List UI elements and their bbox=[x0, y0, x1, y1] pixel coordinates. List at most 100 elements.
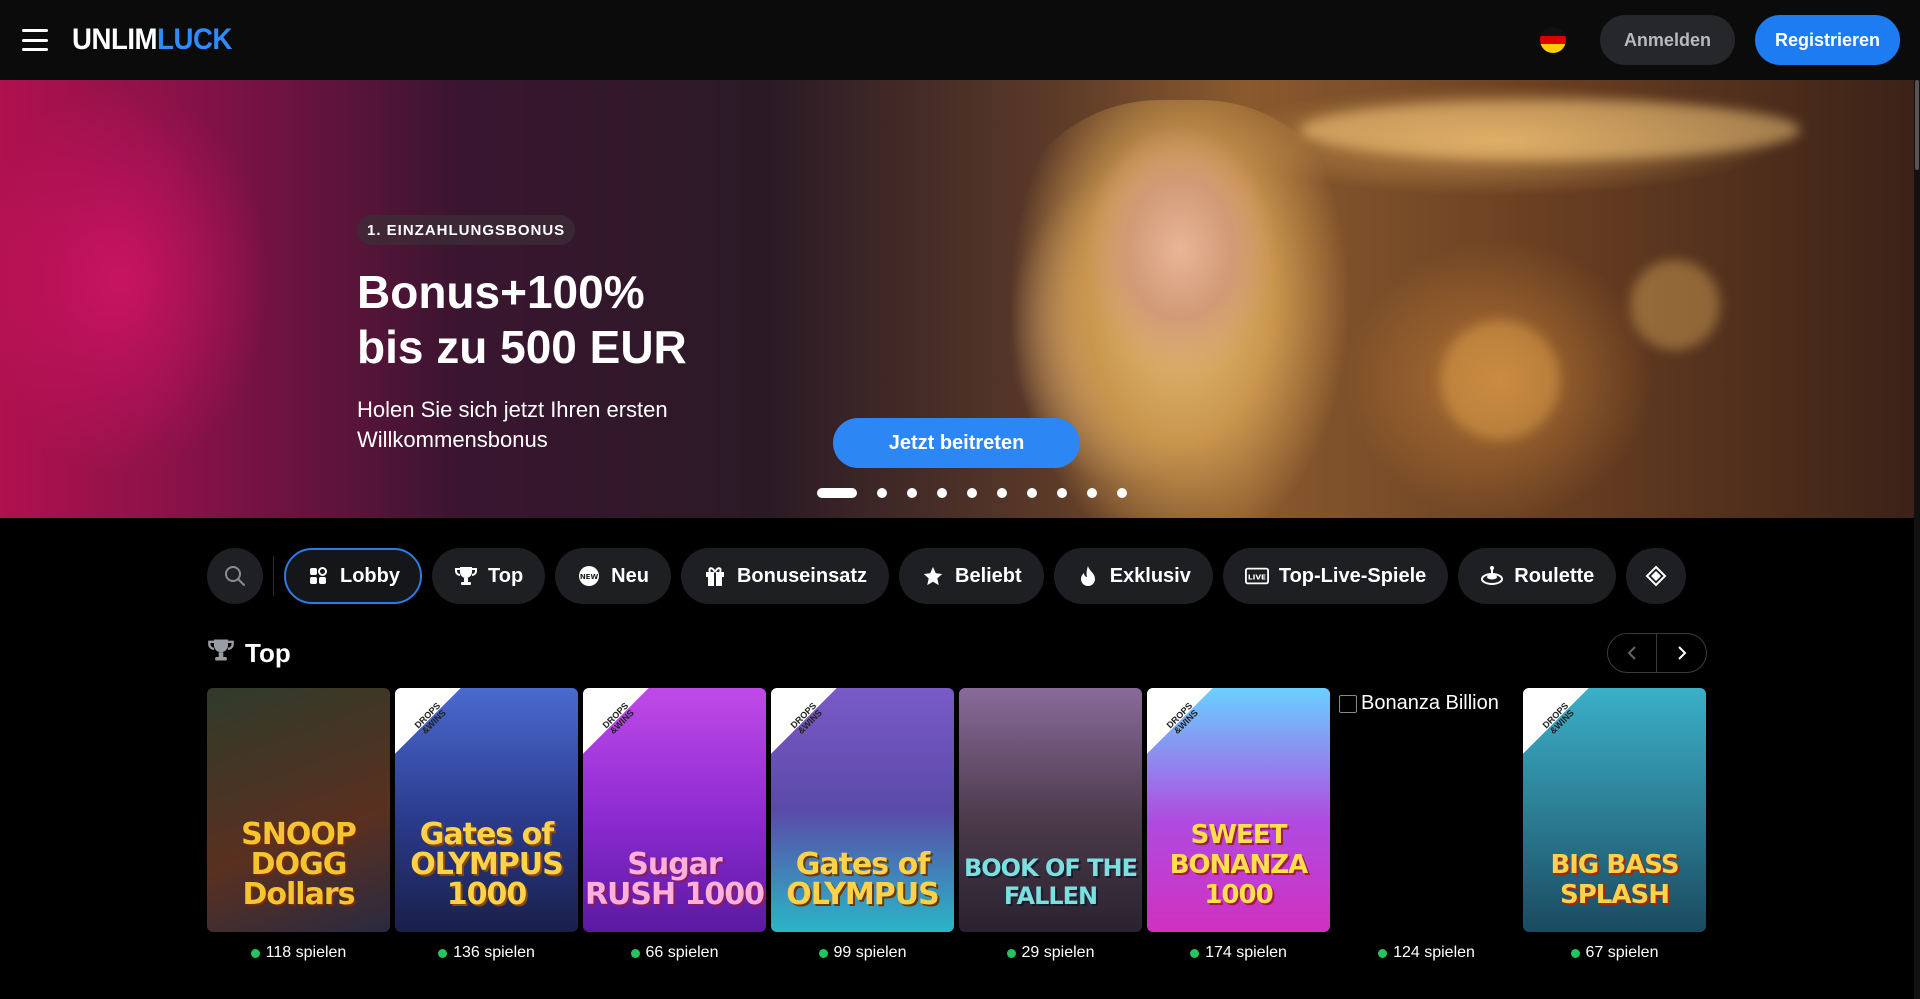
site-logo[interactable]: UNLIMLUCK bbox=[72, 23, 232, 57]
tab-label: Exklusiv bbox=[1109, 564, 1191, 587]
online-dot-icon bbox=[1378, 948, 1388, 958]
drops-wins-badge: DROPS &WINS bbox=[395, 688, 461, 754]
tab-exclusive[interactable]: Exklusiv bbox=[1053, 548, 1213, 604]
search-icon[interactable] bbox=[207, 548, 263, 604]
carousel-dot[interactable] bbox=[877, 488, 887, 498]
carousel-dot[interactable] bbox=[1057, 488, 1067, 498]
player-count: 124 spielen bbox=[1378, 944, 1475, 962]
player-count-text: 67 spielen bbox=[1585, 944, 1659, 961]
game-card[interactable]: DROPS &WINS Sugar RUSH 1000 66 spielen bbox=[583, 688, 766, 962]
star-icon bbox=[921, 564, 945, 588]
game-thumbnail[interactable]: DROPS &WINS Sugar RUSH 1000 bbox=[583, 688, 766, 932]
carousel-arrows bbox=[1607, 633, 1707, 673]
carousel-dot[interactable] bbox=[937, 488, 947, 498]
online-dot-icon bbox=[818, 948, 828, 958]
player-count-text: 124 spielen bbox=[1393, 944, 1475, 961]
tab-bonus-wager[interactable]: Bonuseinsatz bbox=[680, 548, 889, 604]
tab-popular[interactable]: Beliebt bbox=[899, 548, 1044, 604]
carousel-dot[interactable] bbox=[1117, 488, 1127, 498]
game-thumbnail[interactable]: SNOOP DOGG Dollars bbox=[207, 688, 390, 932]
carousel-dot[interactable] bbox=[1087, 488, 1097, 498]
section-title-text: Top bbox=[245, 638, 291, 668]
player-count-text: 99 spielen bbox=[833, 944, 907, 961]
game-card[interactable]: BOOK OF THE FALLEN 29 spielen bbox=[959, 688, 1142, 962]
game-thumbnail[interactable]: DROPS &WINS Gates of OLYMPUS bbox=[771, 688, 954, 932]
new-badge-icon: NEW bbox=[577, 564, 601, 588]
game-art-text: BIG BASS SPLASH bbox=[1550, 850, 1679, 910]
online-dot-icon bbox=[1006, 948, 1016, 958]
player-count: 66 spielen bbox=[630, 944, 718, 962]
tab-label: Beliebt bbox=[955, 564, 1022, 587]
game-thumbnail[interactable]: BOOK OF THE FALLEN bbox=[959, 688, 1142, 932]
tab-new[interactable]: NEW Neu bbox=[555, 548, 671, 604]
game-art-text: SWEET BONANZA 1000 bbox=[1169, 820, 1309, 910]
logo-text-blue: LUCK bbox=[157, 23, 232, 56]
prev-arrow-icon[interactable] bbox=[1607, 633, 1657, 673]
game-carousel: SNOOP DOGG Dollars 118 spielen DROPS &WI… bbox=[207, 688, 1706, 962]
page-scrollbar[interactable] bbox=[1914, 80, 1920, 999]
drops-wins-text: DROPS &WINS bbox=[1164, 700, 1200, 736]
broken-image-icon bbox=[1339, 695, 1357, 713]
hamburger-menu-icon[interactable] bbox=[22, 29, 48, 51]
tab-label: Roulette bbox=[1514, 564, 1595, 587]
carousel-dot[interactable] bbox=[1027, 488, 1037, 498]
drops-wins-text: DROPS &WINS bbox=[1540, 700, 1576, 736]
register-button[interactable]: Registrieren bbox=[1754, 15, 1900, 65]
join-now-button[interactable]: Jetzt beitreten bbox=[833, 418, 1080, 468]
game-card[interactable]: DROPS &WINS Gates of OLYMPUS 99 spielen bbox=[771, 688, 954, 962]
broken-image[interactable]: Bonanza Billion bbox=[1335, 688, 1518, 932]
tab-label: Top bbox=[488, 564, 524, 587]
image-alt-text: Bonanza Billion bbox=[1361, 692, 1499, 714]
scrollbar-thumb[interactable] bbox=[1915, 80, 1919, 170]
tab-top[interactable]: Top bbox=[432, 548, 546, 604]
game-thumbnail[interactable]: DROPS &WINS SWEET BONANZA 1000 bbox=[1147, 688, 1330, 932]
lobby-icon bbox=[306, 564, 330, 588]
tab-label: Bonuseinsatz bbox=[736, 564, 867, 587]
roulette-icon bbox=[1480, 564, 1504, 588]
online-dot-icon bbox=[1570, 948, 1580, 958]
hero-title-line1: Bonus+100% bbox=[357, 266, 645, 318]
top-header: UNLIMLUCK Anmelden Registrieren bbox=[0, 0, 1920, 80]
player-count-text: 118 spielen bbox=[265, 944, 347, 961]
carousel-dots bbox=[817, 488, 1127, 498]
carousel-dot[interactable] bbox=[817, 488, 857, 498]
game-thumbnail[interactable]: DROPS &WINS Gates of OLYMPUS 1000 bbox=[395, 688, 578, 932]
online-dot-icon bbox=[1190, 948, 1200, 958]
de-flag-icon[interactable] bbox=[1539, 27, 1566, 53]
next-arrow-icon[interactable] bbox=[1657, 633, 1707, 673]
tab-roulette[interactable]: Roulette bbox=[1458, 548, 1617, 604]
hero-subtitle: Holen Sie sich jetzt Ihren ersten Willko… bbox=[357, 397, 668, 452]
bonus-badge: 1. EINZAHLUNGSBONUS bbox=[357, 215, 576, 245]
carousel-dot[interactable] bbox=[967, 488, 977, 498]
tab-label: Lobby bbox=[340, 564, 400, 587]
online-dot-icon bbox=[630, 948, 640, 958]
flame-icon bbox=[1076, 564, 1100, 588]
game-thumbnail[interactable]: DROPS &WINS BIG BASS SPLASH bbox=[1523, 688, 1706, 932]
game-card[interactable]: DROPS &WINS SWEET BONANZA 1000 174 spiel… bbox=[1147, 688, 1330, 962]
hero-title: Bonus+100% bis zu 500 EUR bbox=[357, 265, 777, 375]
tab-lobby[interactable]: Lobby bbox=[284, 548, 422, 604]
game-art-text: SNOOP DOGG Dollars bbox=[241, 817, 357, 912]
ceiling-light-glow bbox=[1300, 100, 1800, 160]
login-button[interactable]: Anmelden bbox=[1599, 15, 1735, 65]
game-card[interactable]: DROPS &WINS BIG BASS SPLASH 67 spielen bbox=[1523, 688, 1706, 962]
game-art-text: Gates of OLYMPUS 1000 bbox=[410, 817, 563, 912]
tab-more-partial[interactable] bbox=[1626, 548, 1687, 604]
player-count: 136 spielen bbox=[438, 944, 535, 962]
game-art-text: Gates of OLYMPUS bbox=[786, 847, 939, 912]
nav-divider bbox=[273, 556, 274, 596]
online-dot-icon bbox=[250, 948, 260, 958]
game-card[interactable]: SNOOP DOGG Dollars 118 spielen bbox=[207, 688, 390, 962]
game-card[interactable]: Bonanza Billion 124 spielen bbox=[1335, 688, 1518, 962]
player-count-text: 29 spielen bbox=[1021, 944, 1095, 961]
carousel-dot[interactable] bbox=[907, 488, 917, 498]
game-art-text: BOOK OF THE FALLEN bbox=[963, 854, 1138, 910]
drops-wins-text: DROPS &WINS bbox=[600, 700, 636, 736]
player-count-text: 136 spielen bbox=[453, 944, 535, 961]
gift-icon bbox=[703, 564, 727, 588]
player-count: 174 spielen bbox=[1190, 944, 1287, 962]
tab-top-live-games[interactable]: LIVE Top-Live-Spiele bbox=[1222, 548, 1449, 604]
drops-wins-badge: DROPS &WINS bbox=[771, 688, 837, 754]
game-card[interactable]: DROPS &WINS Gates of OLYMPUS 1000 136 sp… bbox=[395, 688, 578, 962]
carousel-dot[interactable] bbox=[997, 488, 1007, 498]
